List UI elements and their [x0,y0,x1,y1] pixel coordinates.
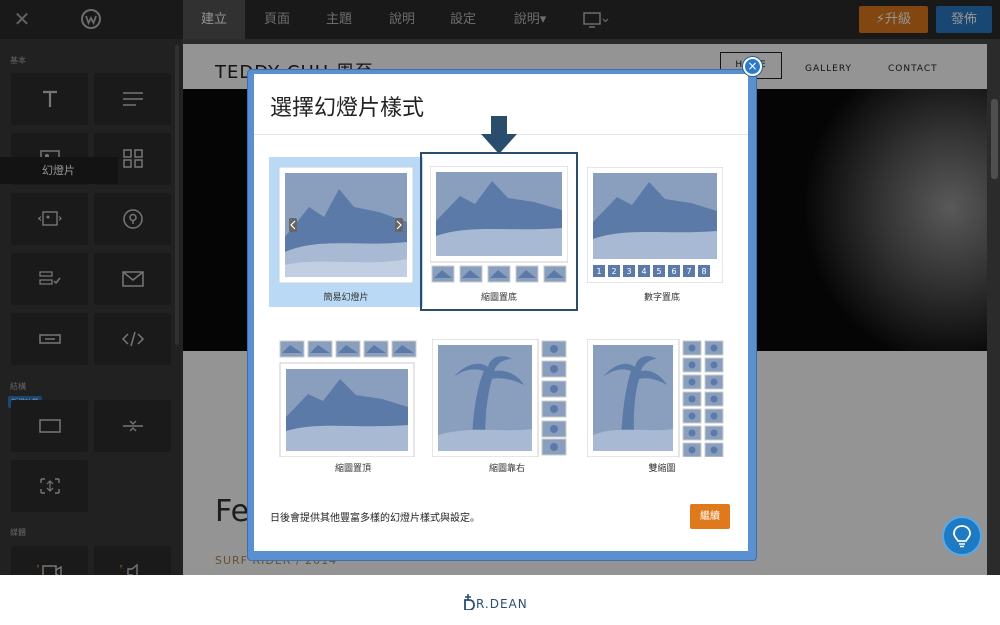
slideshow-preview-icon [432,339,567,457]
dialog-footer-text: 日後會提供其他豐富多樣的幻燈片樣式與設定。 [270,513,480,524]
option-label: 簡易幻燈片 [323,293,369,303]
option-thumbnails-top[interactable]: 縮圖置頂 [276,333,430,483]
option-label: 縮圖置頂 [334,464,371,474]
page-number: 5 [656,267,661,276]
dr-dean-logo: R.DEAN [464,594,528,610]
slideshow-preview-icon [279,340,417,457]
slideshow-preview-icon [279,167,413,283]
option-label: 雙縮圖 [648,464,676,474]
watermark-area: R.DEAN [0,575,1000,625]
dialog-close-button[interactable]: × [743,57,762,76]
app-window: ✕ 建立 頁面 主題 說明 設定 說明▾ ⚡升級 發佈 基本 幻燈片 結構 媒體… [0,0,1000,575]
option-label: 數字置底 [643,293,680,303]
arrow-down-icon [481,116,517,154]
slideshow-preview-icon [430,166,568,283]
slideshow-preview-icon: 1 2 3 4 5 6 7 8 [587,167,723,283]
lightbulb-icon [953,525,971,548]
option-simple-slideshow[interactable]: 簡易幻燈片 [269,157,423,307]
page-number: 3 [626,267,631,276]
watermark-text: R.DEAN [476,597,528,610]
option-thumbnails-right[interactable]: 縮圖靠右 [430,333,584,483]
dialog-title: 選擇幻燈片樣式 [270,96,425,121]
option-double-thumbnails[interactable]: 雙縮圖 [585,333,739,483]
option-thumbnails-bottom[interactable]: 縮圖置底 [420,152,578,311]
page-number: 1 [596,267,601,276]
page-number: 7 [686,267,691,276]
page-number: 6 [671,267,676,276]
slideshow-preview-icon [587,339,724,457]
page-number: 8 [701,267,706,276]
page-number: 4 [641,267,646,276]
help-button[interactable] [942,516,982,556]
page-number: 2 [611,267,616,276]
option-label: 縮圖靠右 [488,464,525,474]
option-label: 縮圖置底 [480,293,517,303]
continue-button[interactable]: 繼續 [690,504,730,529]
option-numbers-bottom[interactable]: 1 2 3 4 5 6 7 8 數字置底 [585,157,739,307]
